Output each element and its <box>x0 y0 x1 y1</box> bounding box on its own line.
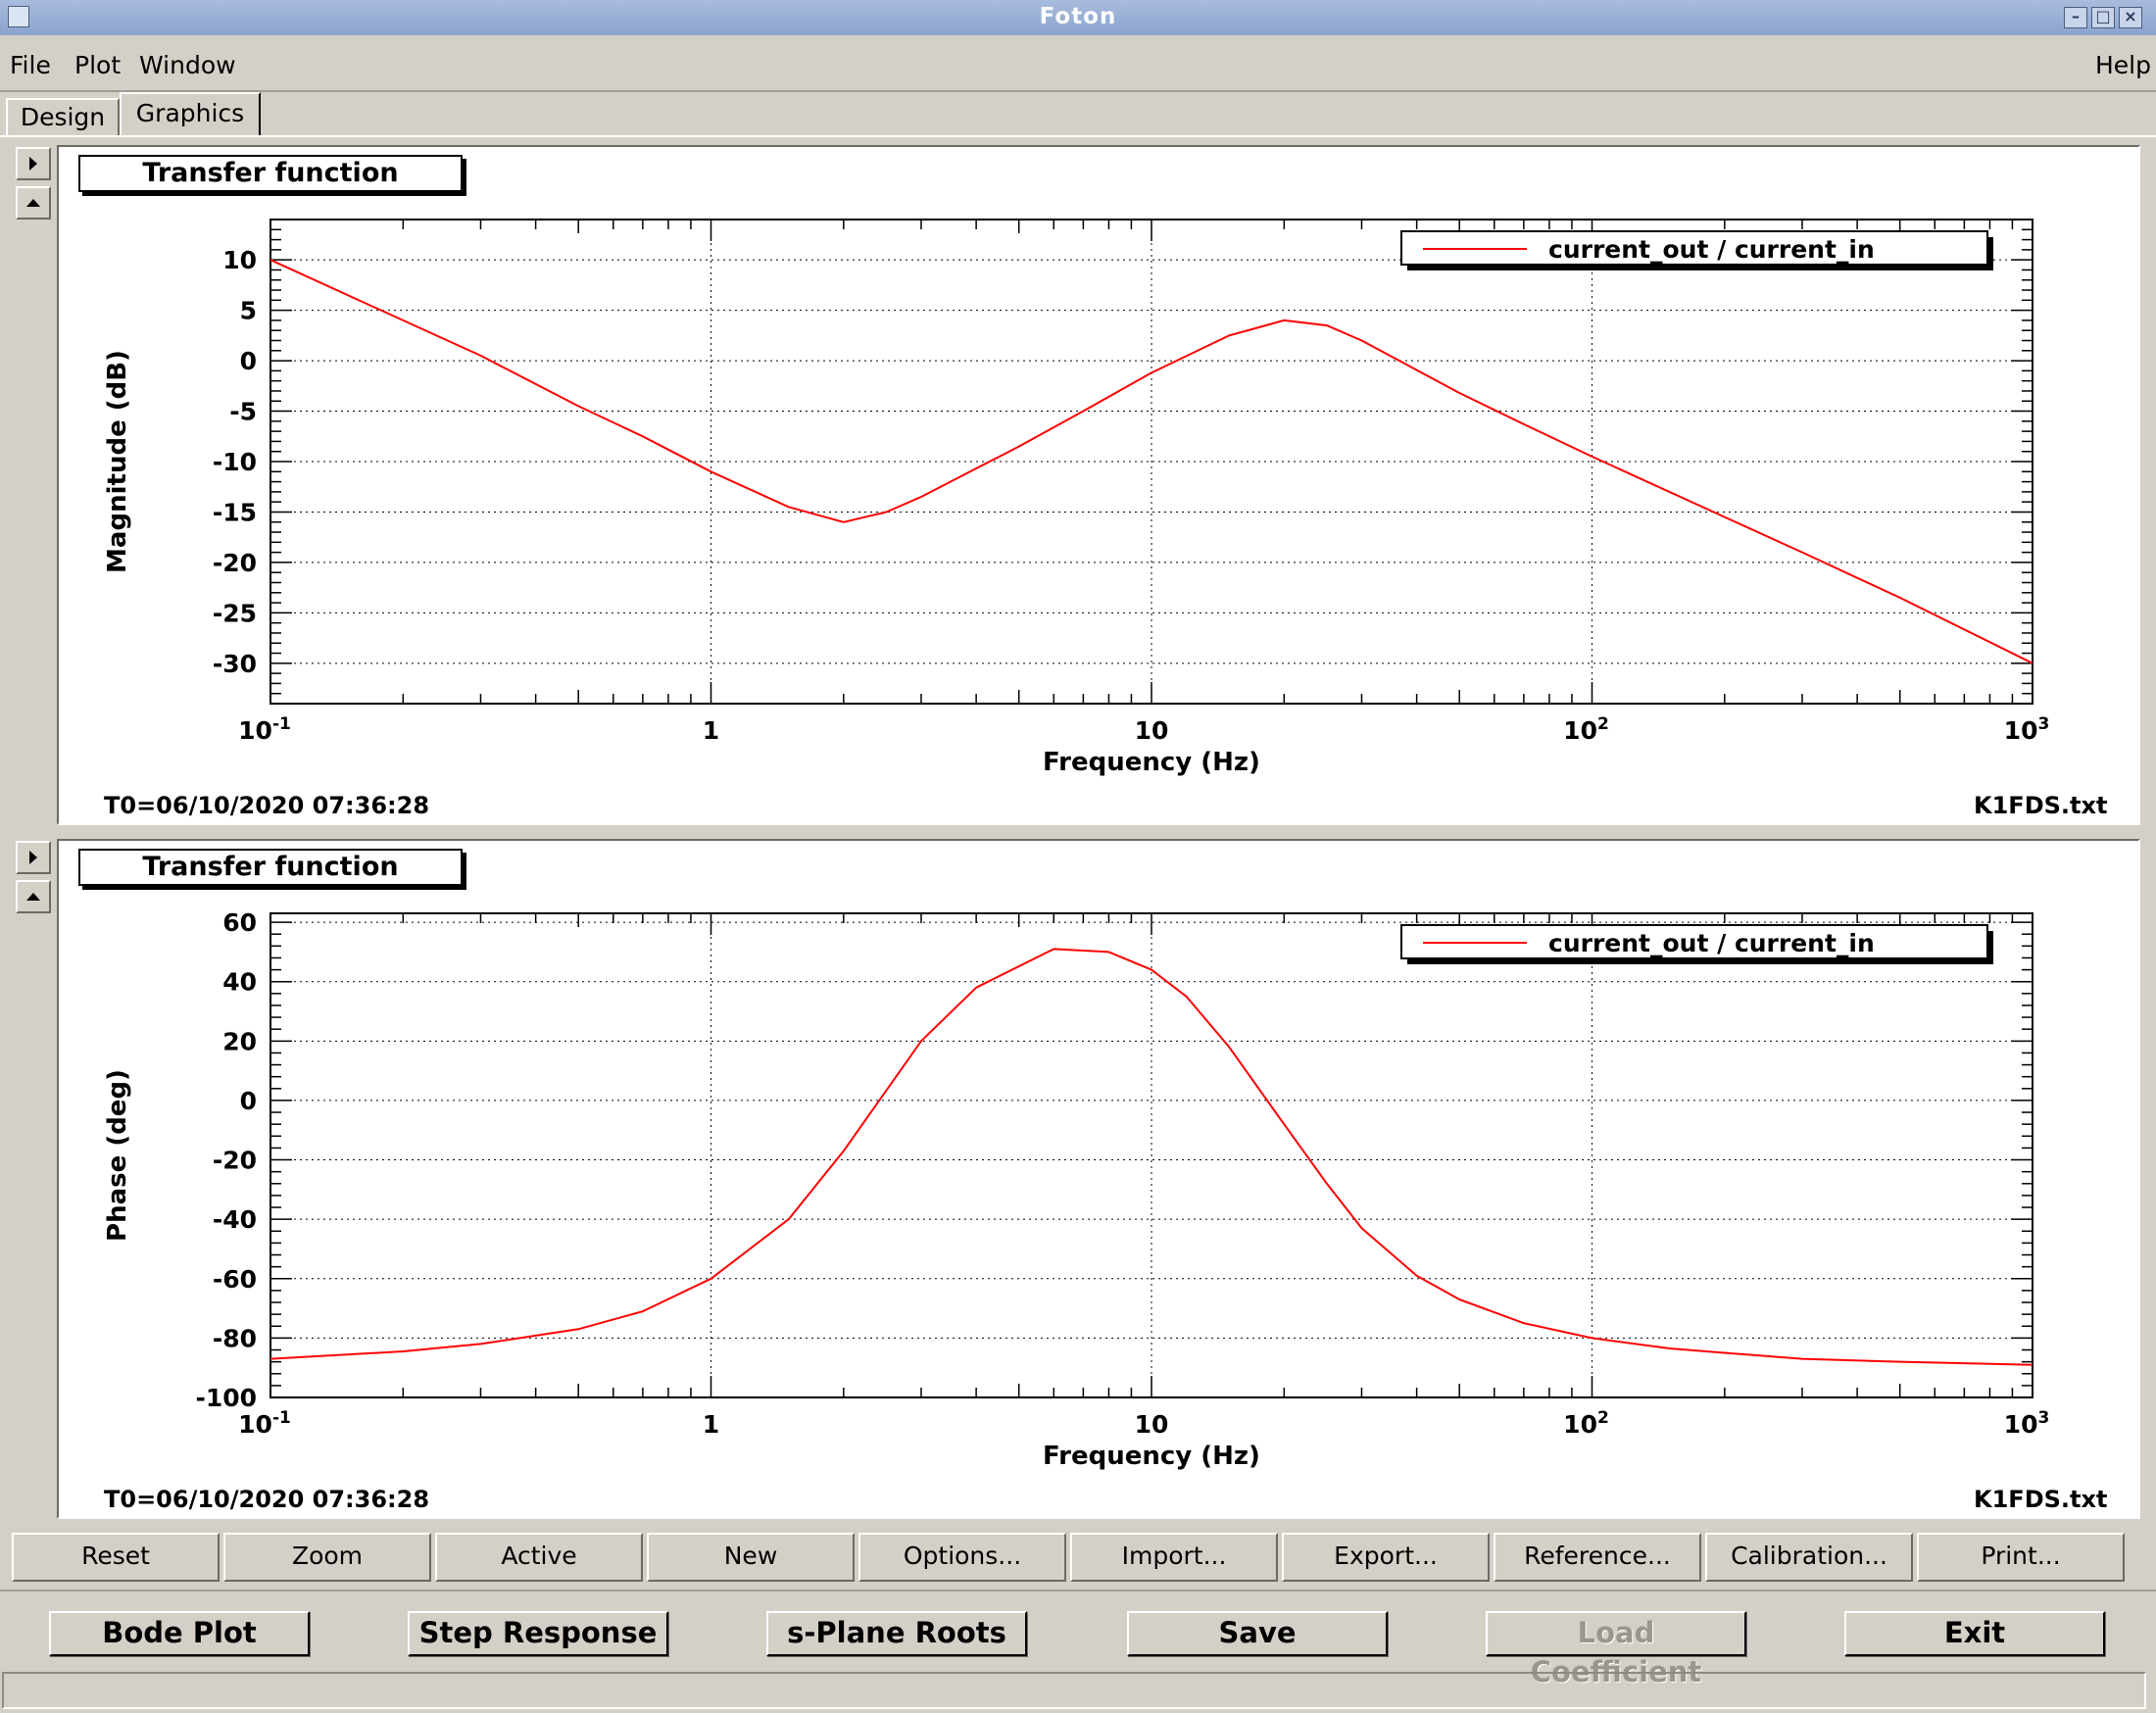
x-tick-label: 103 <box>2004 1408 2050 1439</box>
x-tick-label: 10-1 <box>238 714 291 745</box>
x-tick-label: 103 <box>2004 714 2050 745</box>
y-tick-label: -15 <box>213 498 257 526</box>
separator <box>0 1590 2156 1591</box>
y-tick-label: 0 <box>240 347 257 375</box>
export-button[interactable]: Export... <box>1282 1533 1490 1582</box>
magnitude-chart: 10 5 0 -5 -10 -15 -20 -25 -30 10-1 1 10 102 103 Freque… <box>103 219 2050 777</box>
menu-plot[interactable]: Plot <box>74 51 121 79</box>
x-tick-label: 10-1 <box>238 1408 291 1439</box>
y-axis-label: Phase (deg) <box>103 1069 132 1242</box>
y-tick-label: -80 <box>213 1324 257 1352</box>
maximize-icon[interactable]: □ <box>2091 7 2115 28</box>
minimize-icon[interactable]: – <box>2064 7 2087 28</box>
reset-button[interactable]: Reset <box>12 1533 220 1582</box>
y-tick-label: 40 <box>222 968 257 997</box>
save-button[interactable]: Save <box>1127 1611 1388 1656</box>
plot-area: 10 5 0 -5 -10 -15 -20 -25 -30 10-1 1 10 102 103 Freque… <box>103 219 2050 777</box>
y-tick-label: 10 <box>222 246 257 274</box>
import-button[interactable]: Import... <box>1070 1533 1278 1582</box>
tab-design[interactable]: Design <box>6 98 120 137</box>
expand-right-icon[interactable] <box>16 147 51 180</box>
window-title: Foton <box>1039 4 1117 29</box>
t0-label: T0=06/10/2020 07:36:28 <box>104 1486 430 1513</box>
menu-bar: File Plot Window Help <box>0 35 2156 92</box>
y-tick-label: -60 <box>213 1265 257 1294</box>
y-tick-label: 20 <box>222 1027 257 1055</box>
s-plane-roots-button[interactable]: s-Plane Roots <box>766 1611 1027 1656</box>
active-button[interactable]: Active <box>435 1533 643 1582</box>
menu-file[interactable]: File <box>10 51 51 79</box>
y-tick-label: -100 <box>195 1384 257 1412</box>
exit-button[interactable]: Exit <box>1844 1611 2105 1656</box>
legend: current_out / current_in <box>1400 924 1993 964</box>
legend-label: current_out / current_in <box>1548 929 1875 957</box>
y-tick-label: -25 <box>213 599 257 627</box>
x-tick-label: 102 <box>1563 714 1609 745</box>
load-coefficient-button: Load Coefficient <box>1486 1611 1746 1689</box>
x-tick-label: 102 <box>1563 1408 1609 1439</box>
close-icon[interactable]: × <box>2119 7 2142 28</box>
y-tick-label: -20 <box>213 549 257 577</box>
x-axis-label: Frequency (Hz) <box>1043 1442 1260 1471</box>
new-button[interactable]: New <box>647 1533 855 1582</box>
y-tick-label: -40 <box>213 1205 257 1234</box>
menu-help[interactable]: Help <box>2095 51 2151 79</box>
options-button[interactable]: Options... <box>858 1533 1066 1582</box>
reference-button[interactable]: Reference... <box>1494 1533 1701 1582</box>
y-tick-label: -5 <box>229 398 257 426</box>
legend-label: current_out / current_in <box>1548 235 1875 264</box>
y-tick-label: -10 <box>213 448 257 476</box>
zoom-button[interactable]: Zoom <box>223 1533 431 1582</box>
status-bar <box>2 1672 2146 1709</box>
x-tick-label: 1 <box>703 716 719 745</box>
x-tick-label: 10 <box>1135 1410 1169 1439</box>
y-tick-label: -30 <box>213 650 257 678</box>
file-label: K1FDS.txt <box>1974 1486 2108 1513</box>
y-tick-label: -20 <box>213 1147 257 1175</box>
plot-panel-magnitude[interactable]: Transfer function 10 5 0 -5 -10 -15 -20 -25 -30 1… <box>57 145 2140 825</box>
expand-up-icon[interactable] <box>16 186 51 220</box>
plot-panel-phase[interactable]: Transfer function 60 40 20 0 -20 -40 -60 -80 -10… <box>57 839 2140 1519</box>
expand-right-icon[interactable] <box>16 841 51 874</box>
calibration-button[interactable]: Calibration... <box>1705 1533 1913 1582</box>
y-tick-label: 5 <box>240 297 257 325</box>
step-response-button[interactable]: Step Response <box>408 1611 668 1656</box>
y-axis-label: Magnitude (dB) <box>103 350 132 573</box>
x-tick-label: 10 <box>1135 716 1169 745</box>
phase-chart: 60 40 20 0 -20 -40 -60 -80 -10010-1 1 10 102 103 Freq… <box>103 908 2049 1471</box>
print-button[interactable]: Print... <box>1917 1533 2125 1582</box>
tab-divider <box>0 135 2156 137</box>
menu-window[interactable]: Window <box>139 51 236 79</box>
x-tick-label: 1 <box>703 1410 719 1439</box>
x-axis-label: Frequency (Hz) <box>1043 748 1260 777</box>
title-bar: Foton – □ × <box>0 0 2156 36</box>
legend: current_out / current_in <box>1400 230 1993 270</box>
y-tick-label: 60 <box>222 908 257 937</box>
file-label: K1FDS.txt <box>1974 792 2108 819</box>
y-tick-label: 0 <box>240 1087 257 1115</box>
plot-area: 60 40 20 0 -20 -40 -60 -80 -10010-1 1 10 102 103 Freq… <box>103 908 2049 1471</box>
expand-up-icon[interactable] <box>16 880 51 913</box>
tab-graphics[interactable]: Graphics <box>120 92 261 137</box>
bode-plot-button[interactable]: Bode Plot <box>49 1611 310 1656</box>
t0-label: T0=06/10/2020 07:36:28 <box>104 792 430 819</box>
